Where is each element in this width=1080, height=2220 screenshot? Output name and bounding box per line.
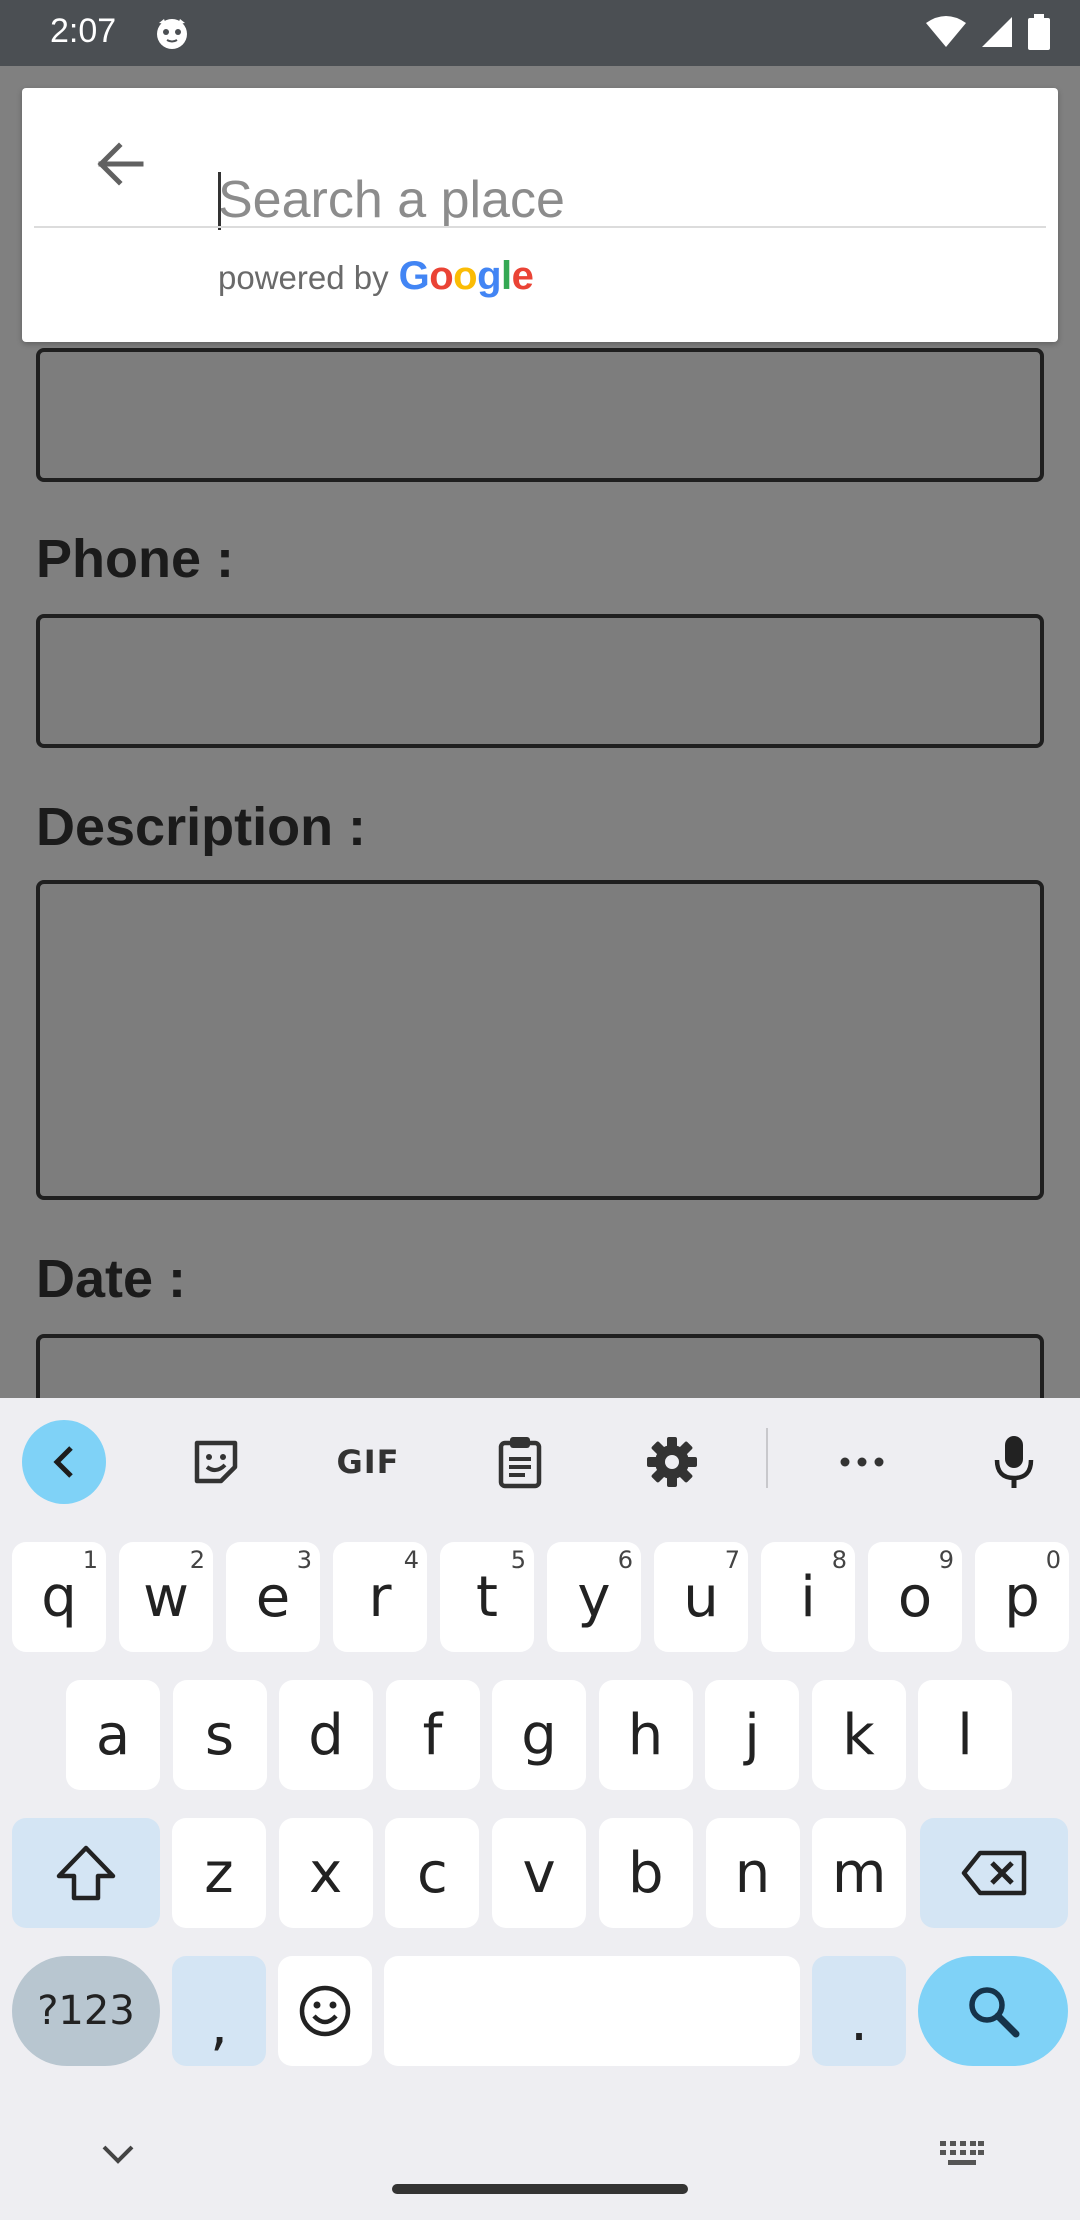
- key-a[interactable]: a: [66, 1680, 160, 1790]
- key-label: u: [683, 1564, 719, 1630]
- gear-icon: [647, 1437, 697, 1487]
- soft-keyboard: GIF ?123 , . q 1 w 2 e 3 r 4 t 5 y 6 u 7…: [0, 1398, 1080, 2220]
- home-indicator[interactable]: [392, 2184, 688, 2194]
- key-label: i: [800, 1564, 816, 1630]
- backspace-icon: [961, 1850, 1027, 1896]
- chevron-down-icon: [102, 2145, 134, 2164]
- keyboard-toolbar: GIF: [0, 1398, 1080, 1522]
- key-r[interactable]: r4: [333, 1542, 427, 1652]
- powered-by-text: powered by: [218, 259, 389, 296]
- key-o[interactable]: o9: [868, 1542, 962, 1652]
- key-q[interactable]: q1: [12, 1542, 106, 1652]
- key-f[interactable]: f: [385, 1680, 480, 1790]
- key-s[interactable]: s: [172, 1680, 267, 1790]
- key-hint: 2: [189, 1546, 205, 1574]
- key-b[interactable]: b: [598, 1818, 693, 1928]
- key-p[interactable]: p0: [975, 1542, 1069, 1652]
- key-hint: 4: [403, 1546, 419, 1574]
- key-label: e: [255, 1564, 291, 1630]
- key-h[interactable]: h: [598, 1680, 693, 1790]
- key-label: t: [476, 1564, 498, 1630]
- shift-arrow-icon: [56, 1845, 116, 1901]
- chevron-left-icon: [53, 1446, 73, 1478]
- key-hint: 0: [1045, 1546, 1061, 1574]
- key-hint: 5: [510, 1546, 526, 1574]
- key-e[interactable]: e3: [226, 1542, 320, 1652]
- key-z[interactable]: z: [172, 1818, 266, 1928]
- voice-input-button[interactable]: [972, 1420, 1056, 1504]
- key-hint: 1: [82, 1546, 98, 1574]
- clipboard-button[interactable]: [478, 1420, 562, 1504]
- key-hint: 7: [724, 1546, 740, 1574]
- key-u[interactable]: u7: [654, 1542, 748, 1652]
- sticker-icon: [194, 1440, 238, 1484]
- status-time: 2:07: [50, 12, 117, 50]
- gif-button[interactable]: GIF: [326, 1420, 410, 1504]
- emoji-icon: [299, 1985, 351, 2037]
- battery-icon: [1028, 14, 1050, 50]
- place-search-card: powered by Google: [22, 88, 1058, 342]
- clipboard-icon: [498, 1437, 542, 1489]
- sticker-button[interactable]: [174, 1420, 258, 1504]
- more-horizontal-icon: [840, 1457, 884, 1467]
- hide-keyboard-button[interactable]: [76, 2124, 160, 2184]
- shift-key[interactable]: [12, 1818, 160, 1928]
- key-label: y: [577, 1564, 611, 1630]
- key-hint: 9: [938, 1546, 954, 1574]
- key-y[interactable]: y6: [547, 1542, 641, 1652]
- key-label: o: [897, 1564, 933, 1630]
- arrow-back-icon: [97, 142, 144, 186]
- period-label: .: [850, 1988, 868, 2054]
- key-v[interactable]: v: [492, 1818, 587, 1928]
- key-label: q: [41, 1564, 77, 1630]
- settings-button[interactable]: [630, 1420, 714, 1504]
- place-search-input[interactable]: [218, 160, 1018, 240]
- key-d[interactable]: d: [279, 1680, 373, 1790]
- key-w[interactable]: w2: [119, 1542, 213, 1652]
- microphone-icon: [994, 1436, 1034, 1488]
- key-hint: 3: [296, 1546, 312, 1574]
- gif-label: GIF: [336, 1443, 400, 1481]
- key-i[interactable]: i8: [761, 1542, 855, 1652]
- toolbar-separator: [766, 1428, 768, 1488]
- wifi-icon: [926, 16, 966, 47]
- powered-by-google: powered by Google: [218, 254, 534, 299]
- cat-notification-icon: [157, 19, 187, 49]
- text-caret: [218, 172, 221, 230]
- key-t[interactable]: t5: [440, 1542, 534, 1652]
- key-j[interactable]: j: [705, 1680, 799, 1790]
- key-label: r: [368, 1564, 392, 1630]
- comma-key[interactable]: ,: [172, 1956, 266, 2066]
- more-options-button[interactable]: [820, 1420, 904, 1504]
- search-action-key[interactable]: [918, 1956, 1068, 2066]
- emoji-key[interactable]: [278, 1956, 372, 2066]
- search-icon: [969, 1987, 1020, 2038]
- key-label: w: [143, 1564, 189, 1630]
- key-c[interactable]: c: [385, 1818, 480, 1928]
- key-l[interactable]: l: [918, 1680, 1012, 1790]
- key-g[interactable]: g: [492, 1680, 586, 1790]
- key-hint: 8: [831, 1546, 847, 1574]
- toolbar-collapse-button[interactable]: [22, 1420, 106, 1504]
- search-divider: [34, 226, 1046, 228]
- key-n[interactable]: n: [705, 1818, 800, 1928]
- key-label: p: [1004, 1564, 1040, 1630]
- key-hint: 6: [617, 1546, 633, 1574]
- key-m[interactable]: m: [812, 1818, 907, 1928]
- google-logo: Google: [398, 254, 534, 298]
- backspace-key[interactable]: [920, 1818, 1068, 1928]
- space-key[interactable]: [384, 1956, 800, 2066]
- key-k[interactable]: k: [811, 1680, 906, 1790]
- status-bar: 2:07: [0, 0, 1080, 66]
- period-key[interactable]: .: [812, 1956, 906, 2066]
- keyboard-switch-button[interactable]: [920, 2124, 1004, 2184]
- keyboard-icon: [940, 2141, 984, 2165]
- numbers-key[interactable]: ?123: [12, 1956, 160, 2066]
- comma-label: ,: [210, 1992, 228, 2058]
- back-button[interactable]: [70, 124, 170, 204]
- status-icons: [926, 14, 1050, 50]
- key-x[interactable]: x: [278, 1818, 373, 1928]
- cell-signal-icon: [982, 17, 1012, 47]
